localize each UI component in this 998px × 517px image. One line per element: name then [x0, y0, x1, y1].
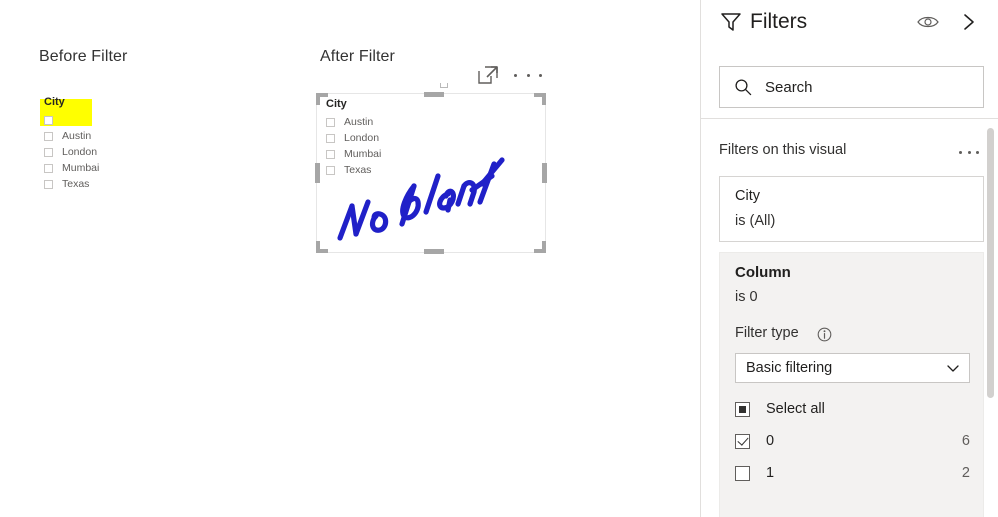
filter-type-dropdown[interactable]: Basic filtering — [735, 353, 970, 383]
filter-card-column[interactable]: Column is 0 Filter type Basic filtering … — [719, 252, 984, 517]
filter-funnel-icon — [721, 13, 741, 31]
checkbox-checked-icon[interactable] — [735, 433, 750, 449]
slicer-item-austin[interactable]: Austin — [326, 115, 466, 129]
filter-card-condition: is 0 — [735, 289, 758, 305]
filter-card-field: Column — [735, 264, 791, 281]
slicer-item-label: Austin — [62, 130, 92, 142]
slicer-item-texas[interactable]: Texas — [326, 163, 466, 177]
filter-option-count: 6 — [961, 433, 970, 449]
resize-handle-left[interactable] — [315, 163, 320, 183]
filter-option-count: 2 — [961, 465, 970, 481]
search-placeholder: Search — [765, 78, 813, 96]
slicer-item-label: Texas — [344, 164, 372, 176]
filter-type-label: Filter type — [735, 325, 799, 341]
checkbox-icon[interactable] — [735, 465, 750, 481]
filter-type-value: Basic filtering — [746, 360, 833, 376]
filter-option-label: 1 — [766, 465, 775, 481]
filter-card-condition: is (All) — [735, 213, 776, 229]
slicer-header-city: City — [44, 96, 65, 108]
slicer-item-label: Austin — [344, 116, 374, 128]
filter-card-city[interactable]: City is (All) — [719, 176, 984, 242]
slicer-item-mumbai[interactable]: Mumbai — [326, 147, 466, 161]
resize-handle-bottom-left[interactable] — [316, 241, 320, 253]
search-icon — [735, 79, 752, 96]
checkbox-icon[interactable] — [326, 165, 335, 175]
resize-handle-top-right[interactable] — [542, 93, 546, 105]
slicer-before-filter[interactable]: City Austin London Mumbai Texas — [44, 96, 164, 193]
checkbox-icon[interactable] — [326, 117, 335, 127]
resize-handle-top-left[interactable] — [316, 93, 320, 105]
slicer-item-london[interactable]: London — [326, 131, 466, 145]
filter-option-1[interactable]: 1 2 — [735, 462, 970, 484]
filters-pane: Filters Search Filters on this visual Ci… — [700, 0, 998, 517]
slicer-item-label: Mumbai — [62, 162, 100, 174]
checkbox-icon[interactable] — [44, 131, 53, 141]
after-filter-title: After Filter — [320, 48, 395, 65]
info-icon[interactable] — [817, 327, 832, 342]
filter-option-0[interactable]: 0 6 — [735, 430, 970, 452]
more-options-icon[interactable] — [514, 66, 542, 84]
slicer-header-city: City — [326, 98, 347, 110]
checkbox-icon[interactable] — [44, 179, 53, 189]
filters-on-this-visual-label: Filters on this visual — [719, 142, 847, 158]
hidden-filters-eye-icon[interactable] — [917, 14, 939, 30]
checkbox-icon[interactable] — [44, 147, 53, 157]
resize-handle-right[interactable] — [542, 163, 547, 183]
checkbox-icon[interactable] — [44, 115, 53, 125]
checkbox-icon[interactable] — [44, 163, 53, 173]
filters-pane-header: Filters — [701, 0, 998, 53]
slicer-item-blank[interactable] — [44, 113, 164, 127]
filter-option-label: Select all — [766, 401, 825, 417]
filters-pane-scrollbar[interactable] — [987, 128, 994, 398]
slicer-item-label: London — [344, 132, 380, 144]
filter-option-select-all[interactable]: Select all — [735, 398, 970, 420]
focus-mode-icon[interactable] — [478, 66, 498, 84]
resize-handle-top[interactable] — [424, 92, 444, 97]
checkbox-indeterminate-icon[interactable] — [735, 401, 750, 417]
slicer-item-texas[interactable]: Texas — [44, 177, 164, 191]
chevron-down-icon — [947, 365, 959, 372]
filters-pane-title: Filters — [750, 10, 808, 33]
visual-drag-tick — [440, 83, 448, 88]
slicer-item-london[interactable]: London — [44, 145, 164, 159]
slicer-item-mumbai[interactable]: Mumbai — [44, 161, 164, 175]
checkbox-icon[interactable] — [326, 149, 335, 159]
chevron-right-icon[interactable] — [959, 12, 979, 32]
slicer-item-label: Mumbai — [344, 148, 382, 160]
slicer-item-label: Texas — [62, 178, 90, 190]
filter-option-label: 0 — [766, 433, 775, 449]
pane-divider — [701, 118, 998, 119]
search-input[interactable]: Search — [719, 66, 984, 108]
resize-handle-bottom-right[interactable] — [542, 241, 546, 253]
filters-section-more-icon[interactable] — [959, 146, 979, 158]
slicer-item-austin[interactable]: Austin — [44, 129, 164, 143]
slicer-item-label: London — [62, 146, 98, 158]
resize-handle-bottom[interactable] — [424, 249, 444, 254]
slicer-after-filter[interactable]: City Austin London Mumbai Texas — [326, 98, 466, 179]
before-filter-title: Before Filter — [39, 48, 128, 65]
report-canvas: Before Filter City Austin London Mumbai … — [0, 0, 700, 517]
checkbox-icon[interactable] — [326, 133, 335, 143]
filter-card-field: City — [735, 188, 760, 204]
